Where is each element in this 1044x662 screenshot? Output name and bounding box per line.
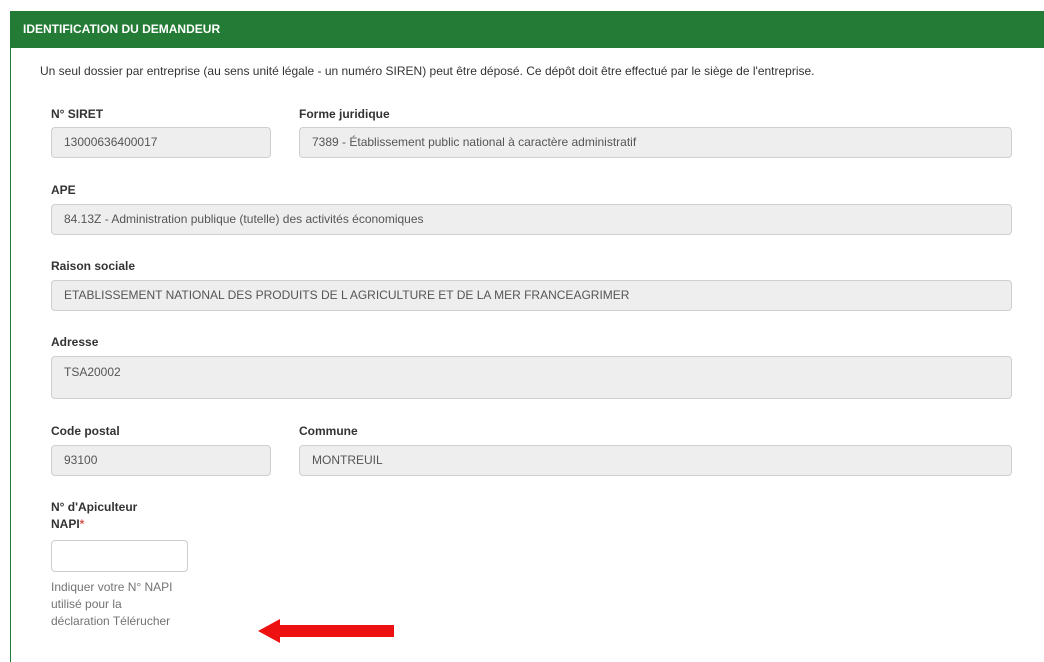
commune-field[interactable]: MONTREUIL: [299, 445, 1012, 476]
napi-label-line2: NAPI*: [51, 517, 84, 531]
commune-label: Commune: [299, 424, 358, 438]
napi-help-line3: déclaration Télérucher: [51, 614, 171, 628]
left-arrow-icon: [258, 619, 394, 643]
napi-help-line2: utilisé pour la: [51, 597, 122, 611]
napi-input[interactable]: [51, 540, 188, 572]
required-mark: *: [79, 517, 85, 531]
forme-juridique-label: Forme juridique: [299, 107, 390, 121]
intro-text: Un seul dossier par entreprise (au sens …: [40, 64, 815, 78]
napi-help-line1: Indiquer votre N° NAPI: [51, 580, 173, 594]
panel-title: IDENTIFICATION DU DEMANDEUR: [11, 11, 1044, 48]
code-postal-field[interactable]: 93100: [51, 445, 271, 476]
napi-help-text: Indiquer votre N° NAPI utilisé pour la d…: [51, 579, 201, 630]
arrow-shape: [258, 619, 394, 643]
napi-label-line1: N° d'Apiculteur: [51, 500, 138, 514]
raison-sociale-label: Raison sociale: [51, 259, 136, 273]
code-postal-label: Code postal: [51, 424, 120, 438]
adresse-field[interactable]: TSA20002: [51, 356, 1012, 399]
siret-label: N° SIRET: [51, 107, 104, 121]
forme-juridique-field[interactable]: 7389 - Établissement public national à c…: [299, 127, 1012, 158]
ape-field[interactable]: 84.13Z - Administration publique (tutell…: [51, 204, 1012, 235]
adresse-label: Adresse: [51, 335, 99, 349]
ape-label: APE: [51, 183, 76, 197]
raison-sociale-field[interactable]: ETABLISSEMENT NATIONAL DES PRODUITS DE L…: [51, 280, 1012, 311]
siret-field[interactable]: 13000636400017: [51, 127, 271, 158]
napi-label-text: NAPI: [51, 517, 80, 531]
